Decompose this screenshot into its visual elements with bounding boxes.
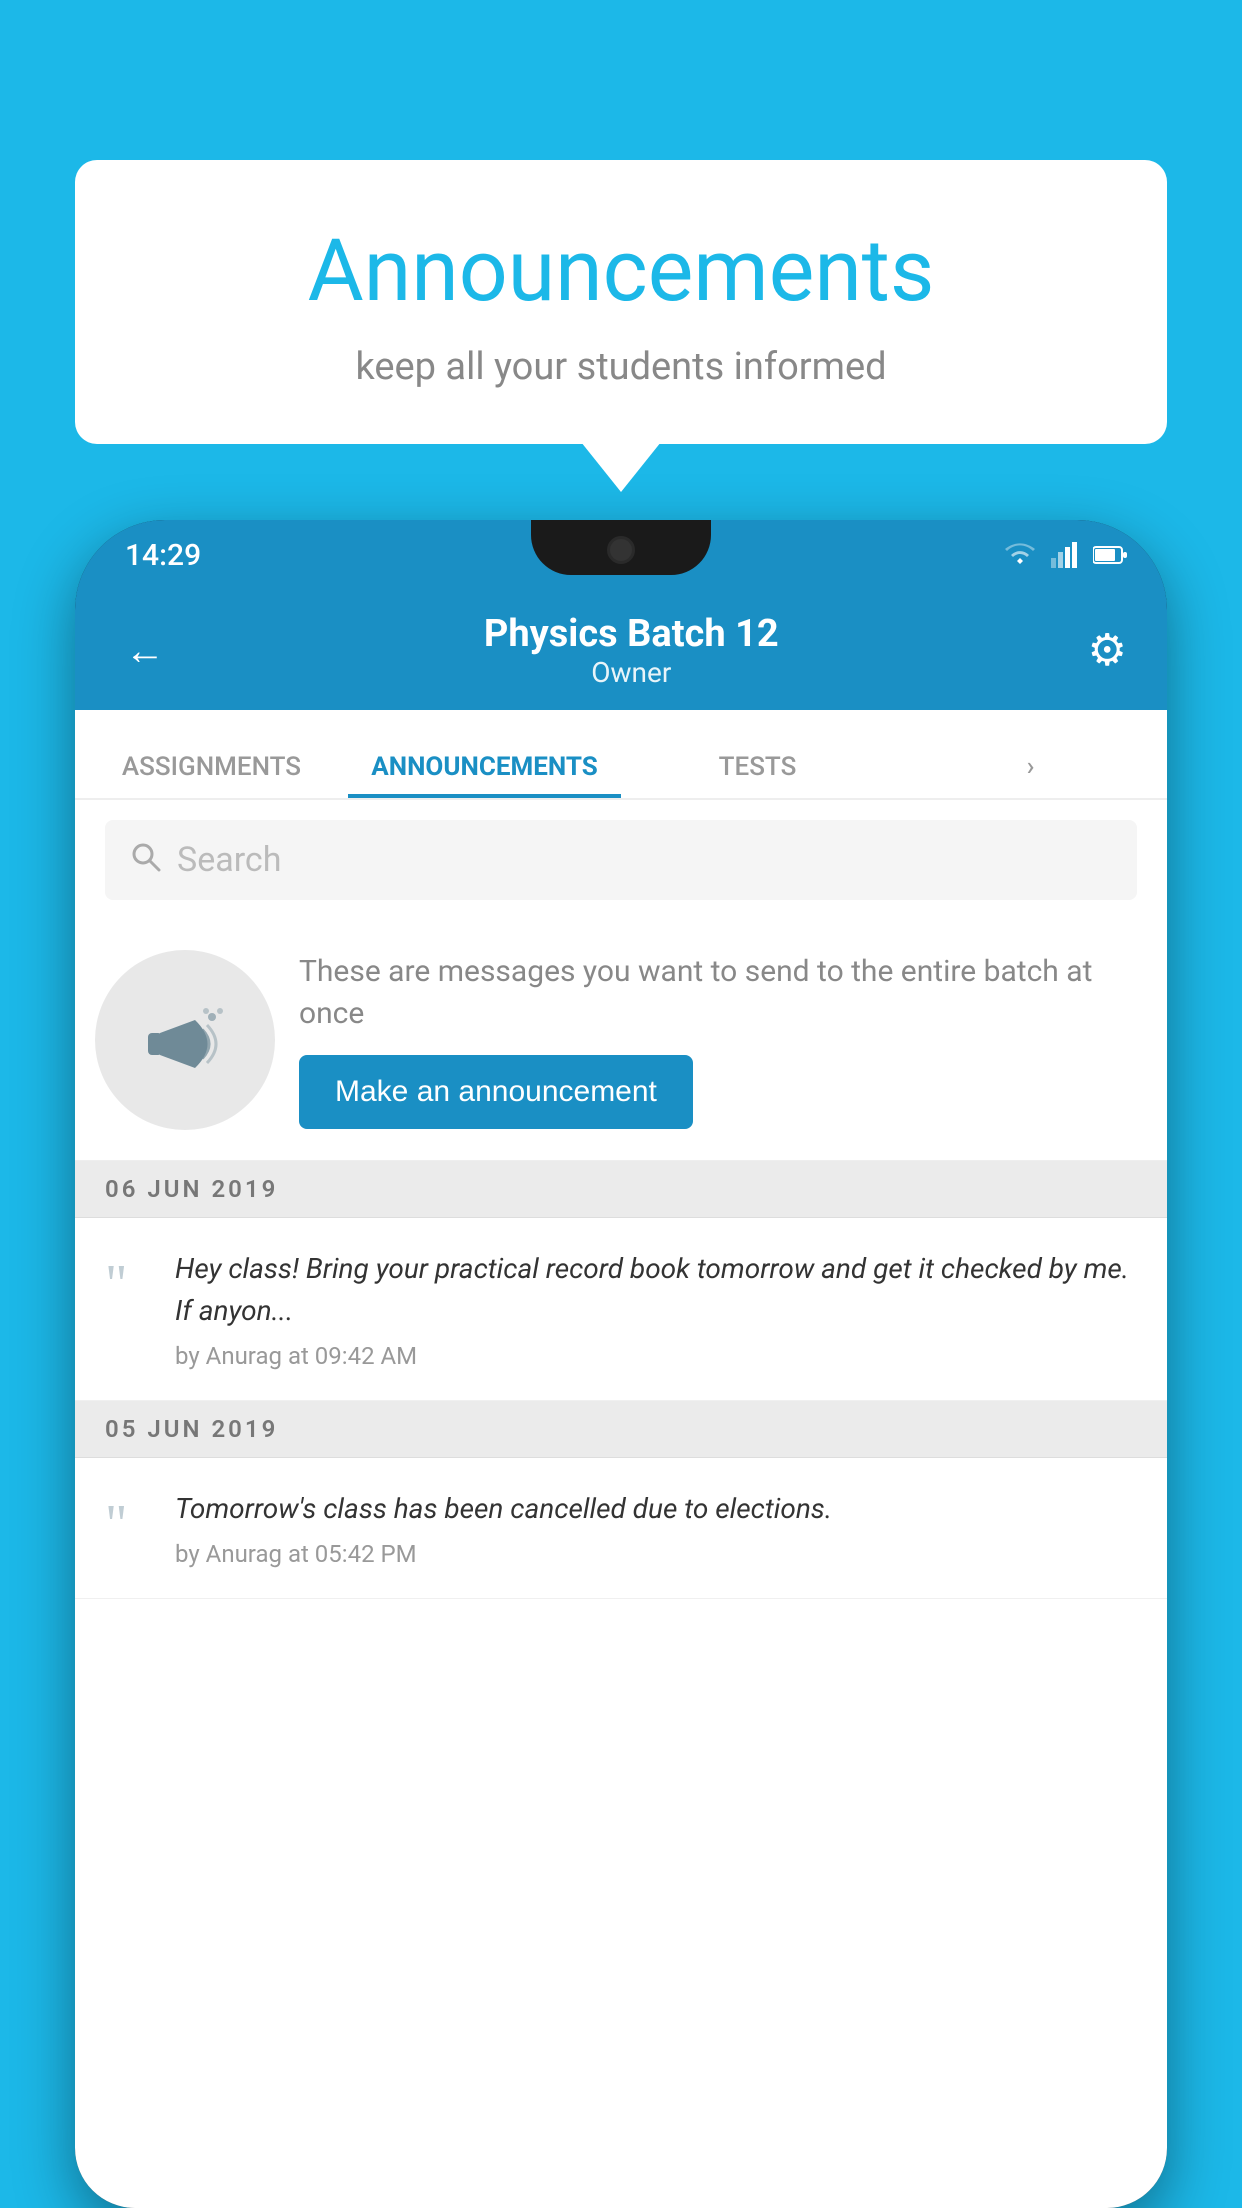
make-announcement-button[interactable]: Make an announcement [299, 1055, 693, 1129]
quote-icon-2: " [105, 1496, 155, 1551]
search-icon [129, 839, 161, 881]
announcement-icon-circle [95, 950, 275, 1130]
status-time: 14:29 [125, 538, 201, 573]
announcement-item-1: " Hey class! Bring your practical record… [75, 1218, 1167, 1401]
wifi-icon [1003, 542, 1037, 568]
tab-bar: ASSIGNMENTS ANNOUNCEMENTS TESTS › [75, 710, 1167, 800]
app-bar-title-area: Physics Batch 12 Owner [175, 612, 1088, 689]
announcement-right: These are messages you want to send to t… [299, 951, 1137, 1129]
app-bar-title: Physics Batch 12 [175, 612, 1088, 656]
tab-announcements[interactable]: ANNOUNCEMENTS [348, 752, 621, 798]
tab-more[interactable]: › [894, 752, 1167, 798]
speech-bubble-container: Announcements keep all your students inf… [75, 160, 1167, 444]
tab-tests[interactable]: TESTS [621, 752, 894, 798]
announcement-meta-2: by Anurag at 05:42 PM [175, 1540, 832, 1568]
announcement-text-2: Tomorrow's class has been cancelled due … [175, 1488, 832, 1530]
announcement-content-1: Hey class! Bring your practical record b… [175, 1248, 1137, 1370]
announcement-meta-1: by Anurag at 09:42 AM [175, 1342, 1137, 1370]
app-bar: ← Physics Batch 12 Owner ⚙ [75, 590, 1167, 710]
battery-icon [1093, 545, 1127, 565]
status-icons [1003, 542, 1127, 568]
announcements-title: Announcements [115, 220, 1127, 321]
search-placeholder: Search [177, 840, 281, 880]
announcement-text-1: Hey class! Bring your practical record b… [175, 1248, 1137, 1332]
back-button[interactable]: ← [115, 617, 175, 684]
announcement-content-2: Tomorrow's class has been cancelled due … [175, 1488, 832, 1568]
phone-camera [607, 536, 635, 564]
signal-icon [1051, 542, 1079, 568]
quote-icon-1: " [105, 1256, 155, 1311]
speech-bubble: Announcements keep all your students inf… [75, 160, 1167, 444]
megaphone-icon [140, 995, 230, 1085]
announcements-subtitle: keep all your students informed [115, 345, 1127, 389]
announcement-item-2: " Tomorrow's class has been cancelled du… [75, 1458, 1167, 1599]
announcement-description: These are messages you want to send to t… [299, 951, 1137, 1035]
date-separator-2: 05 JUN 2019 [75, 1401, 1167, 1458]
search-bar: Search [75, 800, 1167, 920]
search-input-wrap[interactable]: Search [105, 820, 1137, 900]
app-bar-subtitle: Owner [175, 656, 1088, 689]
announcement-cta: These are messages you want to send to t… [75, 920, 1167, 1161]
date-separator-1: 06 JUN 2019 [75, 1161, 1167, 1218]
phone-content: Search [75, 800, 1167, 2208]
settings-button[interactable]: ⚙ [1088, 624, 1127, 676]
tab-assignments[interactable]: ASSIGNMENTS [75, 752, 348, 798]
phone-notch [531, 520, 711, 575]
phone-frame: 14:29 ← Phys [75, 520, 1167, 2208]
